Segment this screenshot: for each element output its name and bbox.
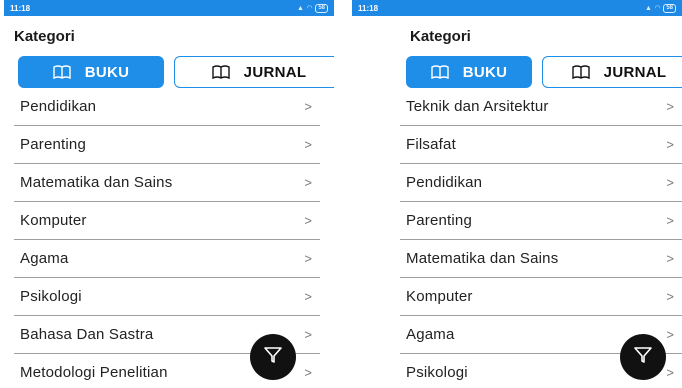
category-label: Pendidikan: [406, 174, 483, 191]
category-label: Matematika dan Sains: [406, 250, 559, 267]
category-row[interactable]: Psikologi >: [14, 278, 320, 316]
chevron-right-icon: >: [666, 251, 674, 266]
chevron-right-icon: >: [304, 327, 312, 342]
category-label: Komputer: [20, 212, 87, 229]
category-label: Komputer: [406, 288, 473, 305]
chevron-right-icon: >: [666, 365, 674, 380]
filter-button[interactable]: [620, 334, 666, 380]
phone-screen-left: 11:18 ▲ ◠ 58 Kategori BUKU JURNAL Pendid…: [4, 0, 334, 388]
chevron-right-icon: >: [666, 213, 674, 228]
category-row[interactable]: Komputer >: [14, 202, 320, 240]
page-title: Kategori: [410, 28, 471, 45]
filter-icon: [263, 346, 283, 369]
chevron-right-icon: >: [304, 251, 312, 266]
chevron-right-icon: >: [304, 137, 312, 152]
battery-icon: 58: [663, 3, 676, 13]
category-row[interactable]: Agama >: [14, 240, 320, 278]
signal-icon: ▲: [296, 4, 304, 12]
tab-jurnal[interactable]: JURNAL: [542, 56, 682, 88]
category-row[interactable]: Parenting >: [400, 202, 682, 240]
category-label: Bahasa Dan Sastra: [20, 326, 154, 343]
category-label: Metodologi Penelitian: [20, 364, 168, 381]
category-row[interactable]: Pendidikan >: [400, 164, 682, 202]
chevron-right-icon: >: [304, 289, 312, 304]
book-open-icon: [53, 65, 71, 79]
status-bar: 11:18 ▲ ◠ 58: [4, 0, 334, 16]
category-row[interactable]: Komputer >: [400, 278, 682, 316]
chevron-right-icon: >: [666, 175, 674, 190]
status-icons: ▲ ◠ 58: [296, 3, 328, 13]
signal-icon: ▲: [644, 4, 652, 12]
category-row[interactable]: Matematika dan Sains >: [14, 164, 320, 202]
category-label: Psikologi: [20, 288, 82, 305]
chevron-right-icon: >: [304, 213, 312, 228]
status-bar: 11:18 ▲ ◠ 58: [352, 0, 682, 16]
wifi-icon: ◠: [654, 5, 661, 12]
category-row[interactable]: Teknik dan Arsitektur >: [400, 88, 682, 126]
category-label: Filsafat: [406, 136, 456, 153]
status-time: 11:18: [358, 3, 379, 13]
category-label: Psikologi: [406, 364, 468, 381]
page-title: Kategori: [14, 28, 75, 45]
status-icons: ▲ ◠ 58: [644, 3, 676, 13]
filter-button[interactable]: [250, 334, 296, 380]
phone-screen-right: 11:18 ▲ ◠ 58 Kategori BUKU JURNAL Teknik…: [352, 0, 682, 388]
chevron-right-icon: >: [304, 175, 312, 190]
chevron-right-icon: >: [666, 327, 674, 342]
category-label: Agama: [406, 326, 455, 343]
category-label: Matematika dan Sains: [20, 174, 173, 191]
category-label: Agama: [20, 250, 69, 267]
chevron-right-icon: >: [304, 365, 312, 380]
tab-bar: BUKU JURNAL: [366, 56, 682, 88]
tab-bar: BUKU JURNAL: [18, 56, 334, 88]
tab-jurnal-label: JURNAL: [243, 63, 307, 81]
book-open-icon: [431, 65, 449, 79]
tab-buku[interactable]: BUKU: [406, 56, 532, 88]
tab-jurnal-label: JURNAL: [603, 63, 667, 81]
book-open-icon: [571, 65, 590, 79]
category-row[interactable]: Filsafat >: [400, 126, 682, 164]
chevron-right-icon: >: [666, 99, 674, 114]
chevron-right-icon: >: [666, 289, 674, 304]
battery-icon: 58: [315, 3, 328, 13]
tab-buku-label: BUKU: [84, 63, 130, 81]
chevron-right-icon: >: [304, 99, 312, 114]
chevron-right-icon: >: [666, 137, 674, 152]
tab-buku[interactable]: BUKU: [18, 56, 164, 88]
category-label: Teknik dan Arsitektur: [406, 98, 549, 115]
category-row[interactable]: Parenting >: [14, 126, 320, 164]
category-row[interactable]: Pendidikan >: [14, 88, 320, 126]
status-time: 11:18: [10, 3, 31, 13]
category-row[interactable]: Matematika dan Sains >: [400, 240, 682, 278]
book-open-icon: [211, 65, 230, 79]
wifi-icon: ◠: [306, 5, 313, 12]
filter-icon: [633, 346, 653, 369]
tab-jurnal[interactable]: JURNAL: [174, 56, 334, 88]
category-label: Parenting: [406, 212, 473, 229]
category-label: Pendidikan: [20, 98, 97, 115]
tab-buku-label: BUKU: [462, 63, 508, 81]
category-label: Parenting: [20, 136, 87, 153]
